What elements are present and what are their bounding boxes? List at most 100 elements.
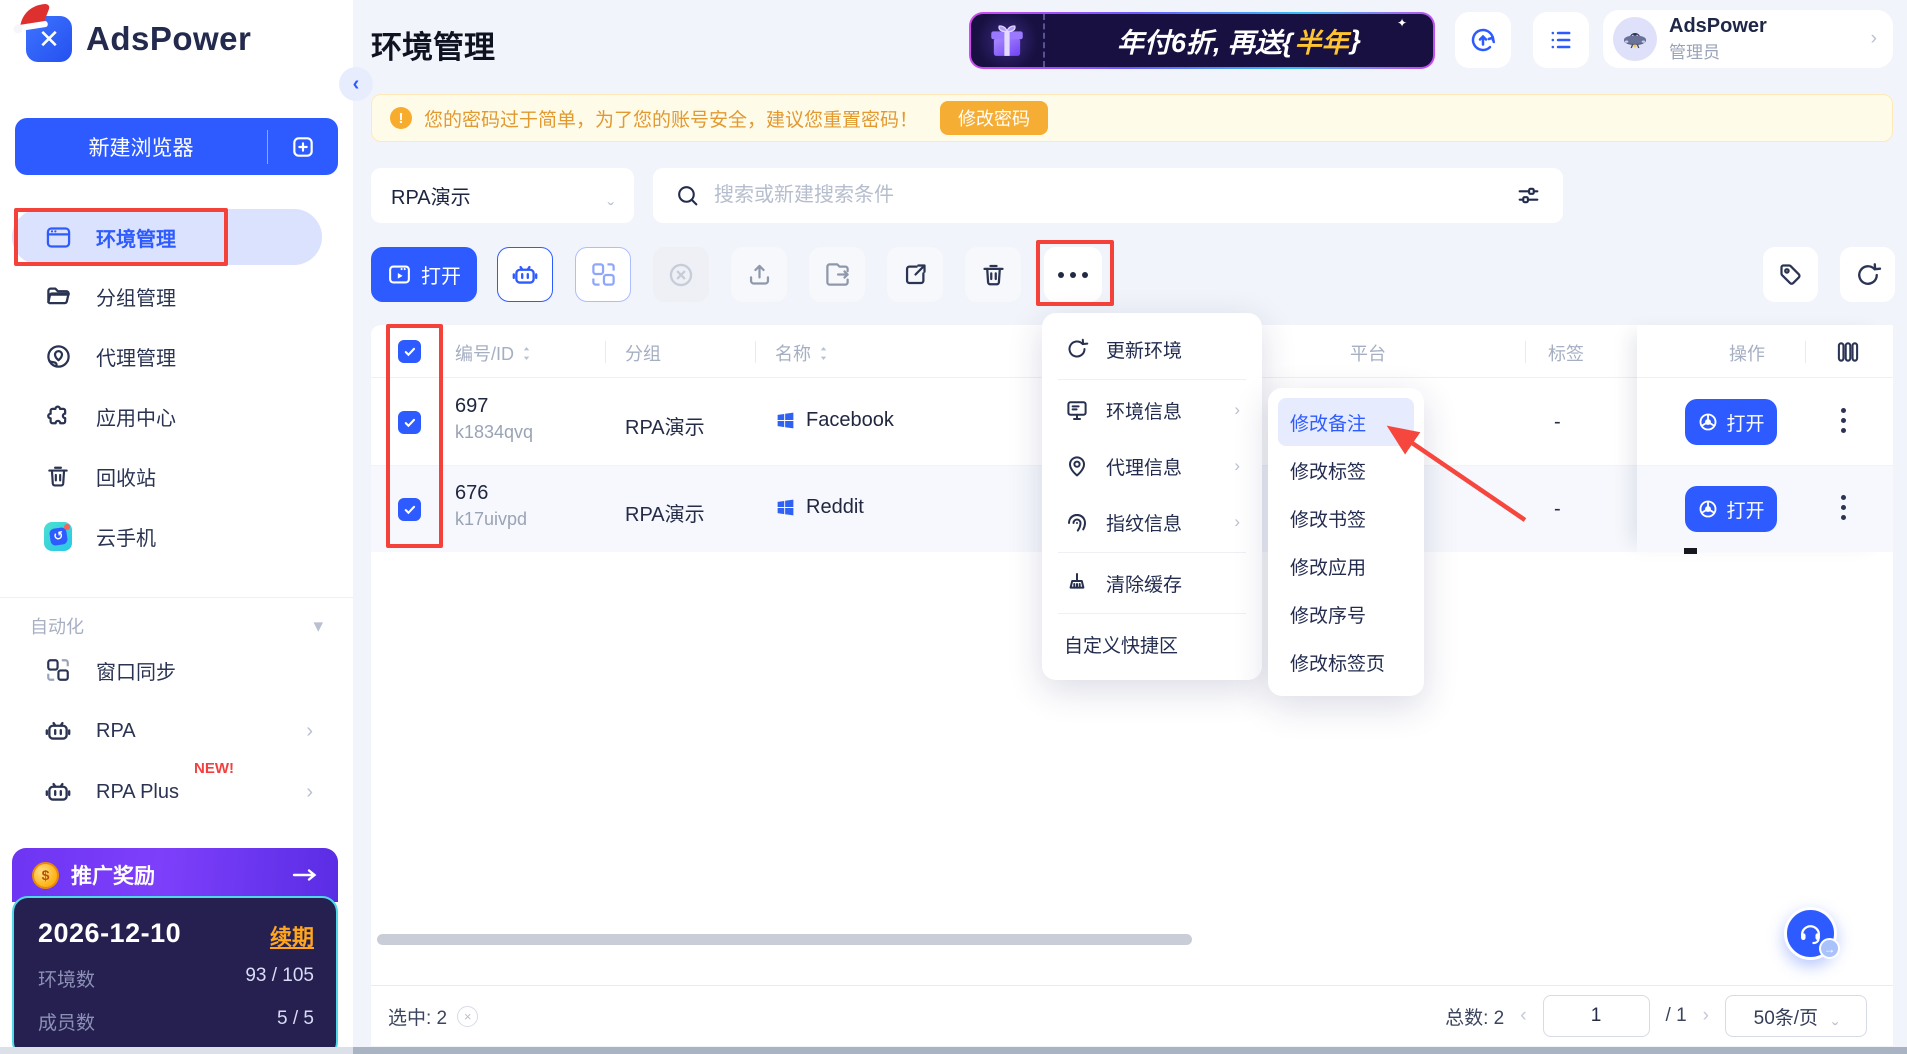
search-input[interactable] <box>714 184 1502 207</box>
renew-link[interactable]: 续期 <box>270 920 314 952</box>
menu-item-update-environment[interactable]: 更新环境 <box>1042 321 1262 377</box>
sidebar-item-recycle-bin[interactable]: 回收站 <box>0 451 353 501</box>
row-more-menu-button[interactable] <box>1841 495 1846 520</box>
table-footer: 选中: 2 × 总数: 2 ‹ / 1 › 50条/页 ˬ <box>371 985 1893 1046</box>
row-name-cell: Reddit <box>775 496 864 519</box>
close-selected-button[interactable] <box>653 247 709 302</box>
menu-item-clear-cache[interactable]: 清除缓存 <box>1042 555 1262 611</box>
rpa-task-button[interactable] <box>497 247 553 302</box>
page-title: 环境管理 <box>371 22 495 67</box>
menu-item-label: 清除缓存 <box>1106 570 1182 597</box>
sidebar-item-label: 回收站 <box>96 462 156 491</box>
submenu-item-edit-serial[interactable]: 修改序号 <box>1278 590 1414 638</box>
row-checkbox[interactable] <box>398 498 421 521</box>
page-size-select[interactable]: 50条/页 ˬ <box>1725 995 1867 1037</box>
environment-id: k17uivpd <box>455 509 527 530</box>
export-upload-button[interactable] <box>731 247 787 302</box>
window-sync-icon <box>590 261 617 288</box>
sidebar-item-app-center[interactable]: 应用中心 <box>0 391 353 441</box>
prev-page-icon[interactable]: ‹ <box>1520 1005 1526 1027</box>
sync-update-button[interactable] <box>1455 12 1511 68</box>
task-list-button[interactable] <box>1533 12 1589 68</box>
horizontal-scrollbar[interactable] <box>377 934 1192 945</box>
quick-create-icon[interactable] <box>268 134 338 160</box>
menu-item-proxy-info[interactable]: 代理信息 › <box>1042 438 1262 494</box>
selected-count: 选中: 2 <box>388 1003 447 1030</box>
cloud-phone-icon: ↺ <box>44 522 72 551</box>
import-folder-icon <box>824 261 851 288</box>
trash-icon <box>980 261 1007 288</box>
sidebar-item-proxies[interactable]: 代理管理 <box>0 331 353 381</box>
submenu-item-edit-tag[interactable]: 修改标签 <box>1278 446 1414 494</box>
browser-icon <box>1697 498 1719 520</box>
sidebar-item-rpa[interactable]: RPA › <box>0 706 353 756</box>
select-all-checkbox[interactable] <box>398 340 421 363</box>
promo-sale-banner[interactable]: 年付6折, 再送{半年} <box>969 12 1435 69</box>
refresh-icon <box>1064 337 1090 361</box>
submenu-item-edit-tabs[interactable]: 修改标签页 <box>1278 638 1414 686</box>
tag-manage-button[interactable] <box>1763 247 1818 302</box>
sort-icon[interactable] <box>520 345 533 362</box>
next-page-icon[interactable]: › <box>1703 1005 1709 1027</box>
row-checkbox[interactable] <box>398 411 421 434</box>
column-settings-icon[interactable] <box>1835 339 1861 365</box>
check-icon <box>403 345 417 359</box>
row-open-button[interactable]: 打开 <box>1685 486 1777 532</box>
share-export-button[interactable] <box>887 247 943 302</box>
sidebar-item-groups[interactable]: 分组管理 <box>0 271 353 321</box>
sidebar-item-environments[interactable]: 环境管理 <box>12 209 322 265</box>
sidebar-collapse-button[interactable]: ‹ <box>339 67 373 101</box>
sidebar: ✕ AdsPower 新建浏览器 环境管理 <box>0 0 353 1054</box>
row-open-button[interactable]: 打开 <box>1685 399 1777 445</box>
serial-number: 676 <box>455 482 527 505</box>
sync-icon <box>1468 25 1498 55</box>
sidebar-item-window-sync[interactable]: 窗口同步 › <box>0 645 353 695</box>
windows-icon <box>775 497 796 518</box>
submenu-item-edit-app[interactable]: 修改应用 <box>1278 542 1414 590</box>
user-name: AdsPower <box>1669 15 1767 38</box>
robot-icon <box>44 778 72 806</box>
submenu-item-edit-bookmark[interactable]: 修改书签 <box>1278 494 1414 542</box>
open-window-icon <box>387 262 412 287</box>
broom-icon <box>1064 571 1090 595</box>
action-column-panel: 操作 打开 打开 <box>1637 325 1893 552</box>
column-header-id[interactable]: 编号/ID <box>455 340 533 366</box>
open-browser-button[interactable]: 打开 <box>371 247 477 302</box>
menu-item-label: 更新环境 <box>1106 336 1182 363</box>
filter-sliders-icon[interactable] <box>1516 183 1541 208</box>
open-button-label: 打开 <box>1726 496 1764 523</box>
sort-icon[interactable] <box>817 345 830 362</box>
menu-item-fingerprint-info[interactable]: 指纹信息 › <box>1042 494 1262 550</box>
sidebar-section-automation[interactable]: 自动化 ▾ <box>30 606 323 646</box>
more-actions-menu: 更新环境 环境信息 › 代理信息 › 指纹信息 › <box>1042 313 1262 680</box>
support-button[interactable]: → <box>1784 907 1837 960</box>
new-browser-button[interactable]: 新建浏览器 <box>15 118 338 175</box>
more-actions-button[interactable] <box>1044 247 1102 302</box>
monitor-icon <box>1064 398 1090 422</box>
window-sync-button[interactable] <box>575 247 631 302</box>
sidebar-item-rpa-plus[interactable]: RPA Plus › <box>0 767 353 817</box>
brand-logo[interactable]: ✕ AdsPower <box>26 16 251 62</box>
group-filter-select[interactable]: RPA演示 ˬ <box>371 168 634 223</box>
chevron-right-icon: › <box>1871 28 1877 50</box>
menu-item-environment-info[interactable]: 环境信息 › <box>1042 382 1262 438</box>
page-number-input[interactable] <box>1543 995 1650 1037</box>
user-profile[interactable]: AdsPower 管理员 › <box>1603 10 1893 68</box>
change-password-button[interactable]: 修改密码 <box>940 101 1048 135</box>
menu-item-custom-shortcut[interactable]: 自定义快捷区 <box>1042 616 1262 672</box>
row-more-menu-button[interactable] <box>1841 408 1846 433</box>
sidebar-item-cloud-phone[interactable]: ↺ 云手机 <box>0 511 353 561</box>
divider <box>1058 613 1246 614</box>
sidebar-item-label: 环境管理 <box>96 223 176 252</box>
warning-message: 您的密码过于简单，为了您的账号安全，建议您重置密码！ <box>424 105 918 132</box>
column-header-name[interactable]: 名称 <box>775 340 830 366</box>
refresh-list-button[interactable] <box>1840 247 1895 302</box>
delete-button[interactable] <box>965 247 1021 302</box>
import-button[interactable] <box>809 247 865 302</box>
password-warning-bar: ! 您的密码过于简单，为了您的账号安全，建议您重置密码！ 修改密码 <box>371 94 1893 142</box>
clear-selection-icon[interactable]: × <box>457 1006 478 1027</box>
submenu-item-edit-remark[interactable]: 修改备注 <box>1278 398 1414 446</box>
environment-count-label: 环境数 <box>38 965 95 992</box>
banner-text-suffix: } <box>1351 25 1362 56</box>
referral-reward-banner[interactable]: $ 推广奖励 <box>12 848 338 902</box>
